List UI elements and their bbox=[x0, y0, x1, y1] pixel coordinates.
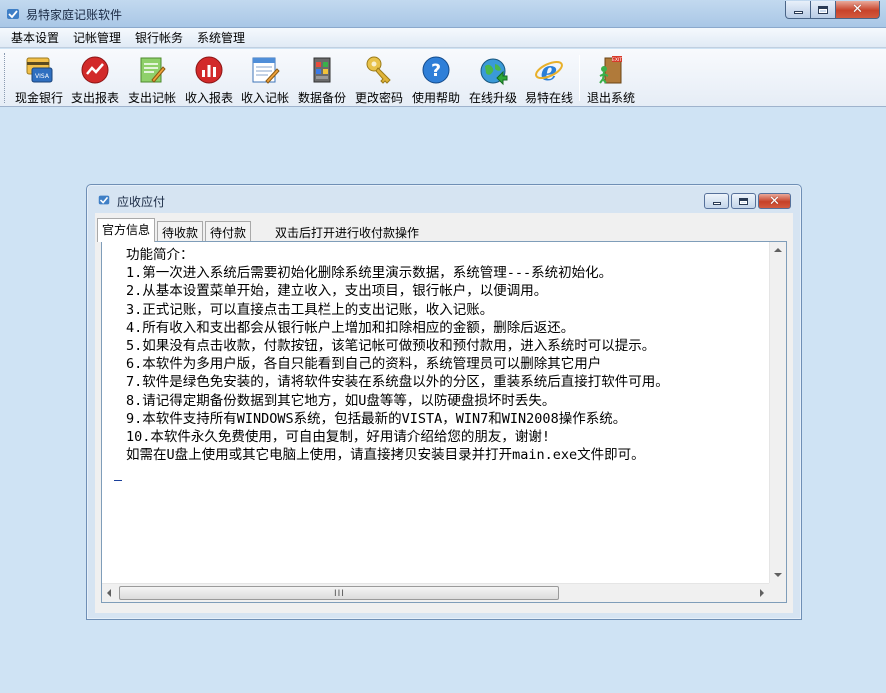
svg-text:EXIT: EXIT bbox=[612, 57, 622, 63]
toolbar-label: 退出系统 bbox=[586, 91, 635, 105]
cash-bank-icon: VISA bbox=[26, 57, 53, 83]
scroll-up-arrow-icon[interactable] bbox=[774, 248, 782, 252]
toolbar-button-online-upgrade[interactable]: 在线升级 bbox=[465, 52, 521, 105]
info-text-panel[interactable]: 功能简介： 1.第一次进入系统后需要初始化删除系统里演示数据，系统管理---系统… bbox=[101, 241, 787, 603]
child-minimize-button[interactable] bbox=[704, 193, 729, 209]
child-window-title: 应收应付 bbox=[117, 195, 166, 209]
text-line: 8.请记得定期备份数据到其它地方，如U盘等等，以防硬盘损坏时丢失。 bbox=[126, 392, 556, 409]
exit-icon: EXIT bbox=[599, 56, 622, 84]
maximize-icon bbox=[739, 197, 748, 205]
text-line: 9.本软件支持所有WINDOWS系统，包括最新的VISTA，WIN7和WIN20… bbox=[126, 410, 627, 427]
income-entry-icon bbox=[252, 57, 280, 84]
tab-pending-payments[interactable]: 待付款 bbox=[205, 221, 252, 241]
toolbar-label: 更改密码 bbox=[354, 91, 403, 105]
minimize-icon bbox=[793, 11, 803, 14]
expense-report-icon bbox=[81, 56, 109, 84]
toolbar-grip[interactable] bbox=[4, 53, 7, 103]
tab-hint-text: 双击后打开进行收付款操作 bbox=[275, 226, 420, 240]
vertical-scrollbar[interactable] bbox=[769, 242, 786, 583]
ie-browser-icon: e bbox=[535, 57, 563, 86]
minimize-icon bbox=[712, 201, 721, 205]
svg-text:?: ? bbox=[431, 61, 441, 81]
close-icon: ✕ bbox=[852, 2, 863, 17]
toolbar-button-expense-entry[interactable]: 支出记帐 bbox=[124, 52, 180, 105]
scroll-right-arrow-icon[interactable] bbox=[760, 589, 764, 597]
scrollbar-corner bbox=[769, 583, 786, 602]
toolbar-label: 收入报表 bbox=[184, 91, 233, 105]
toolbar-label: 使用帮助 bbox=[411, 91, 460, 105]
menu-bookkeeping[interactable]: 记帐管理 bbox=[66, 28, 128, 48]
text-line: 3.正式记账，可以直接点击工具栏上的支出记账，收入记账。 bbox=[126, 301, 494, 318]
text-line: 10.本软件永久免费使用，可自由复制，好用请介绍给您的朋友，谢谢! bbox=[126, 429, 551, 446]
text-line: 5.如果没有点击收款，付款按钮，该笔记帐可做预收和预付款用，进入系统时可以提示。 bbox=[126, 338, 656, 355]
horizontal-scrollbar[interactable]: III bbox=[102, 583, 786, 602]
text-line: 7.软件是绿色免安装的，请将软件安装在系统盘以外的分区，重装系统后直接打软件可用… bbox=[126, 374, 669, 391]
menu-system[interactable]: 系统管理 bbox=[190, 28, 252, 48]
child-titlebar[interactable]: 应收应付 ✕ bbox=[87, 185, 801, 213]
toolbar-button-income-entry[interactable]: 收入记帐 bbox=[237, 52, 293, 105]
minimize-button[interactable] bbox=[785, 1, 811, 19]
toolbar-button-data-backup[interactable]: 数据备份 bbox=[294, 52, 350, 105]
app-title: 易特家庭记账软件 bbox=[26, 8, 123, 22]
child-window-controls: ✕ bbox=[704, 193, 791, 209]
child-body: 官方信息 待收款 待付款 双击后打开进行收付款操作 功能简介： 1.第一次进入系… bbox=[95, 213, 793, 613]
maximize-icon bbox=[818, 5, 828, 14]
toolbar-button-cash-bank[interactable]: VISA 现金银行 bbox=[11, 52, 67, 105]
toolbar-button-help[interactable]: ? 使用帮助 bbox=[408, 52, 464, 105]
app-icon bbox=[98, 195, 110, 205]
data-backup-icon bbox=[313, 57, 331, 83]
toolbar-label: 收入记帐 bbox=[240, 91, 289, 105]
maximize-button[interactable] bbox=[811, 1, 836, 19]
toolbar-label: 易特在线 bbox=[524, 91, 573, 105]
app-icon bbox=[7, 9, 19, 19]
close-icon: ✕ bbox=[769, 193, 780, 209]
income-report-icon bbox=[195, 56, 223, 84]
svg-text:VISA: VISA bbox=[35, 73, 50, 80]
child-close-button[interactable]: ✕ bbox=[758, 193, 791, 209]
tab-official-info[interactable]: 官方信息 bbox=[97, 218, 156, 242]
scroll-left-arrow-icon[interactable] bbox=[107, 589, 111, 597]
tab-strip: 官方信息 待收款 待付款 双击后打开进行收付款操作 bbox=[95, 217, 793, 242]
text-line: 如需在U盘上使用或其它电脑上使用，请直接拷贝安装目录并打开main.exe文件即… bbox=[126, 447, 645, 464]
close-button[interactable]: ✕ bbox=[836, 1, 880, 19]
window-controls: ✕ bbox=[785, 1, 880, 19]
child-maximize-button[interactable] bbox=[731, 193, 756, 209]
toolbar-label: 支出记帐 bbox=[127, 91, 176, 105]
online-upgrade-icon bbox=[480, 58, 508, 86]
text-line: 1.第一次进入系统后需要初始化删除系统里演示数据，系统管理---系统初始化。 bbox=[126, 265, 613, 282]
toolbar-button-exit[interactable]: EXIT 退出系统 bbox=[583, 52, 639, 105]
expense-entry-icon bbox=[140, 57, 166, 83]
text-line: 2.从基本设置菜单开始，建立收入，支出项目，银行帐户，以便调用。 bbox=[126, 283, 548, 300]
menu-basic-settings[interactable]: 基本设置 bbox=[4, 28, 66, 48]
change-password-icon bbox=[366, 56, 391, 84]
menu-bar: 基本设置 记帐管理 银行帐务 系统管理 bbox=[0, 28, 886, 48]
toolbar-label: 现金银行 bbox=[14, 91, 63, 105]
toolbar-button-change-password[interactable]: 更改密码 bbox=[351, 52, 407, 105]
toolbar-separator bbox=[579, 55, 580, 101]
info-textarea[interactable]: 功能简介： 1.第一次进入系统后需要初始化删除系统里演示数据，系统管理---系统… bbox=[104, 244, 768, 581]
app-titlebar[interactable]: 易特家庭记账软件 ✕ bbox=[0, 0, 886, 28]
help-icon: ? bbox=[422, 56, 450, 84]
toolbar: VISA 现金银行 支出报表 支出记帐 收入报表 收入记帐 数据备份 更改密码 … bbox=[0, 49, 886, 107]
receivables-payables-window: 应收应付 ✕ 官方信息 待收款 待付款 双击后打开进行收付款操作 功能简介： 1… bbox=[86, 184, 802, 620]
toolbar-label: 在线升级 bbox=[468, 91, 517, 105]
horizontal-scroll-thumb[interactable]: III bbox=[119, 586, 559, 600]
scroll-thumb-grip: III bbox=[334, 589, 345, 599]
toolbar-button-income-report[interactable]: 收入报表 bbox=[181, 52, 237, 105]
toolbar-label: 数据备份 bbox=[297, 91, 346, 105]
tab-pending-receipts[interactable]: 待收款 bbox=[157, 221, 204, 241]
text-line: 4.所有收入和支出都会从银行帐户上增加和扣除相应的金额，删除后返还。 bbox=[126, 319, 575, 336]
text-line: 6.本软件为多用户版，各自只能看到自己的资料，系统管理员可以删除其它用户 bbox=[126, 356, 602, 373]
text-caret bbox=[114, 480, 122, 481]
menu-bank-accounts[interactable]: 银行帐务 bbox=[128, 28, 190, 48]
text-line: 功能简介： bbox=[126, 247, 194, 263]
toolbar-button-expense-report[interactable]: 支出报表 bbox=[67, 52, 123, 105]
toolbar-button-ie-online[interactable]: e 易特在线 bbox=[521, 52, 577, 105]
toolbar-label: 支出报表 bbox=[70, 91, 119, 105]
scroll-down-arrow-icon[interactable] bbox=[774, 573, 782, 577]
